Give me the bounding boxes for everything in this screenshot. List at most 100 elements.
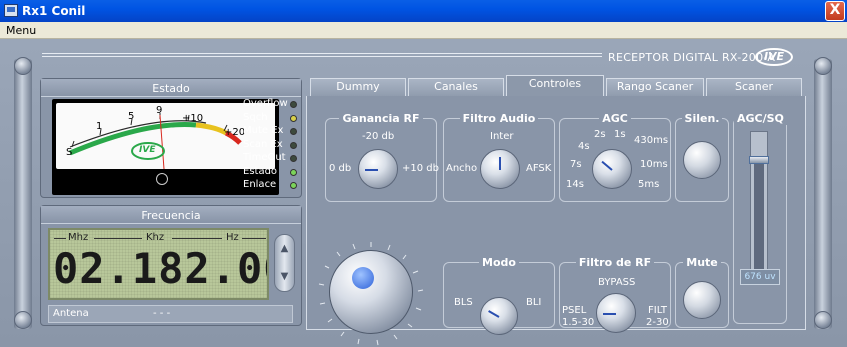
agc-label: 10ms (640, 159, 668, 170)
status-indicator-list: Overflow Sqch Mute Ex Scan Ex TimeOut Es… (243, 98, 301, 193)
spin-down-icon[interactable]: ▼ (279, 271, 290, 282)
meter-logo: IVE (139, 145, 156, 155)
filtro-rf-right-label: FILT (648, 305, 668, 316)
filtro-rf-knob[interactable] (596, 293, 636, 333)
modo-right-label: BLI (526, 297, 542, 308)
agc-sq-group: AGC/SQ 676 uv (733, 112, 787, 324)
screw-icon (14, 311, 32, 329)
status-estado: Estado (243, 166, 301, 180)
agc-label: 7s (570, 159, 582, 170)
filtro-audio-group: Filtro Audio Inter Ancho AFSK (443, 112, 555, 202)
agc-label: 5ms (638, 179, 660, 190)
brand-divider (42, 53, 602, 57)
knob-indicator (603, 313, 616, 315)
frequency-digits: 02.182.000 (53, 244, 267, 293)
unit-divider (242, 238, 266, 239)
modo-title: Modo (479, 256, 519, 269)
filtro-rf-right-range: 2-30 (646, 317, 669, 328)
tab-rango-scaner[interactable]: Rango Scaner (606, 78, 704, 96)
meter-tick-label: +20 (224, 127, 246, 138)
filtro-audio-right-label: AFSK (526, 163, 552, 174)
unit-label: Hz (226, 232, 239, 243)
estado-title: Estado (152, 82, 190, 95)
left-rail (14, 59, 32, 329)
unit-divider (94, 238, 142, 239)
meter-adjust-icon[interactable] (156, 173, 168, 185)
status-mute-ex: Mute Ex (243, 125, 301, 139)
modo-group: Modo BLS BLI (443, 256, 555, 335)
status-label: Sqch (243, 111, 268, 123)
agc-label: 430ms (634, 135, 669, 146)
led-icon (290, 182, 297, 189)
status-label: TimeOut (243, 152, 286, 163)
silen-title: Silen. (681, 112, 723, 125)
filtro-rf-top-label: BYPASS (598, 277, 636, 288)
knob-indicator (499, 157, 501, 170)
meter-tick-label: S (66, 147, 73, 158)
right-rail (814, 59, 832, 329)
status-label: Overflow (243, 98, 288, 109)
unit-label: Khz (146, 232, 165, 243)
tab-controles[interactable]: Controles (506, 75, 604, 96)
frecuencia-title: Frecuencia (141, 209, 201, 222)
window-title: Rx1 Conil (22, 4, 86, 18)
unit-label: Mhz (68, 232, 89, 243)
status-label: Enlace (243, 179, 277, 190)
filtro-audio-title: Filtro Audio (459, 112, 539, 125)
slider-thumb[interactable] (749, 156, 769, 164)
mute-button[interactable] (683, 281, 721, 319)
frecuencia-panel: Frecuencia Mhz Khz Hz 02.182.000 ▲ ▼ Ant… (40, 205, 302, 326)
estado-panel: Estado S 1 5 9 +10 +20 IVE Overflow Sqch… (40, 78, 302, 198)
tab-canales[interactable]: Canales (408, 78, 504, 96)
knob-indicator (365, 169, 378, 171)
status-label: Scan Ex (243, 138, 283, 150)
window-titlebar: Rx1 Conil X (0, 0, 847, 22)
app-icon (4, 4, 18, 17)
silen-button[interactable] (683, 141, 721, 179)
brand-title: RECEPTOR DIGITAL RX-200-A (608, 51, 776, 64)
led-icon (290, 168, 297, 176)
tab-scaner[interactable]: Scaner (706, 78, 802, 96)
screw-icon (814, 57, 832, 75)
tab-bar: Dummy Canales Controles Rango Scaner Sca… (306, 75, 806, 96)
ganancia-rf-right-label: +10 db (402, 163, 439, 174)
modo-knob[interactable] (480, 297, 518, 335)
ganancia-rf-group: Ganancia RF -20 db 0 db +10 db (325, 112, 439, 202)
agc-knob[interactable] (592, 149, 632, 189)
status-timeout: TimeOut (243, 152, 301, 166)
agc-sq-slider[interactable] (749, 131, 769, 272)
unit-divider (54, 238, 66, 239)
filtro-rf-left-range: 1.5-30 (562, 317, 595, 328)
led-icon (290, 114, 297, 122)
meter-tick-label: 5 (128, 111, 135, 122)
filtro-rf-title: Filtro de RF (575, 256, 655, 269)
filtro-rf-left-label: PSEL (562, 305, 587, 316)
led-icon (290, 155, 297, 162)
tuning-knob[interactable] (329, 250, 413, 334)
status-scan-ex: Scan Ex (243, 139, 301, 153)
frequency-display[interactable]: Mhz Khz Hz 02.182.000 (48, 228, 269, 300)
frecuencia-header: Frecuencia (41, 206, 301, 224)
ganancia-rf-title: Ganancia RF (339, 112, 423, 125)
modo-left-label: BLS (454, 297, 473, 308)
tab-dummy[interactable]: Dummy (310, 78, 406, 96)
estado-header: Estado (41, 79, 301, 97)
status-label: Mute Ex (243, 125, 284, 136)
close-button[interactable]: X (825, 1, 845, 21)
agc-label: 4s (578, 141, 590, 152)
status-sqch: Sqch (243, 112, 301, 126)
filtro-audio-knob[interactable] (480, 149, 520, 189)
menu-item-menu[interactable]: Menu (6, 24, 36, 37)
mute-title: Mute (683, 256, 721, 269)
status-label: Estado (243, 165, 278, 177)
status-overflow: Overflow (243, 98, 301, 112)
ganancia-rf-knob[interactable] (358, 149, 398, 189)
filtro-audio-left-label: Ancho (446, 163, 478, 174)
spin-up-icon[interactable]: ▲ (279, 243, 290, 254)
tuning-dial[interactable] (317, 240, 425, 347)
frequency-spinner[interactable]: ▲ ▼ (274, 234, 295, 292)
knob-indicator (488, 310, 500, 318)
agc-label: 2s (594, 129, 606, 140)
unit-divider (172, 238, 222, 239)
agc-group: AGC 2s 1s 4s 430ms 7s 10ms 14s 5ms (559, 112, 671, 202)
